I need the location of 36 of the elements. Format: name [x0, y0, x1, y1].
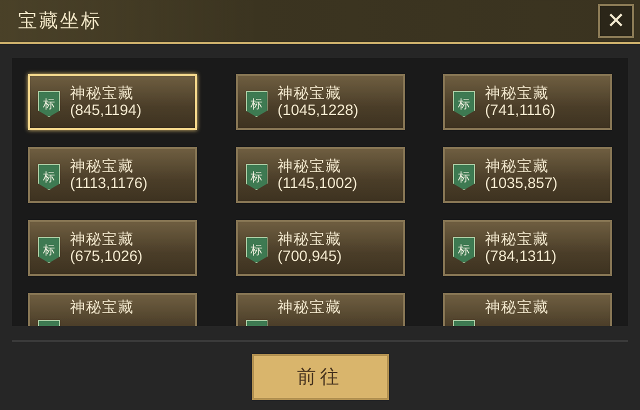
treasure-name: 神秘宝藏	[70, 157, 135, 175]
treasure-name: 神秘宝藏	[278, 230, 342, 248]
treasure-coords: (675,1026)	[70, 248, 143, 266]
treasure-name: 神秘宝藏	[278, 84, 342, 102]
close-button[interactable]: ✕	[598, 4, 634, 38]
marker-badge: 标	[38, 237, 60, 263]
treasure-name: 神秘宝藏	[278, 298, 342, 316]
treasure-name: 神秘宝藏	[485, 157, 550, 175]
window-title: 宝藏坐标	[18, 9, 102, 34]
treasure-name: 神秘宝藏	[70, 298, 134, 316]
treasure-coords: (700,945)	[278, 248, 342, 266]
marker-badge: 标	[246, 237, 268, 263]
treasure-item[interactable]: 神秘宝藏	[236, 293, 404, 326]
treasure-name: 神秘宝藏	[70, 84, 135, 102]
treasure-item[interactable]: 神秘宝藏	[28, 293, 197, 326]
marker-badge: 标	[246, 164, 268, 190]
marker-badge: 标	[246, 91, 268, 117]
treasure-name: 神秘宝藏	[485, 230, 550, 248]
treasure-coords: (1145,1002)	[278, 175, 358, 193]
treasure-coords: (741,1116)	[485, 102, 556, 120]
treasure-name: 神秘宝藏	[485, 84, 550, 102]
treasure-item[interactable]: 神秘宝藏	[443, 293, 612, 326]
treasure-coords: (845,1194)	[70, 102, 142, 120]
treasure-coords: (1035,857)	[485, 175, 558, 193]
treasure-coords: (1113,1176)	[70, 175, 148, 193]
treasure-name: 神秘宝藏	[485, 298, 549, 316]
treasure-coords: (1045,1228)	[278, 102, 358, 120]
treasure-coords: (784,1311)	[485, 248, 556, 266]
marker-badge: 标	[453, 91, 475, 117]
marker-badge: 标	[38, 91, 60, 117]
marker-badge: 标	[453, 164, 475, 190]
marker-badge: 标	[453, 237, 475, 263]
treasure-name: 神秘宝藏	[70, 230, 135, 248]
go-button[interactable]: 前往	[252, 354, 388, 400]
treasure-name: 神秘宝藏	[278, 157, 342, 175]
marker-badge: 标	[38, 164, 60, 190]
